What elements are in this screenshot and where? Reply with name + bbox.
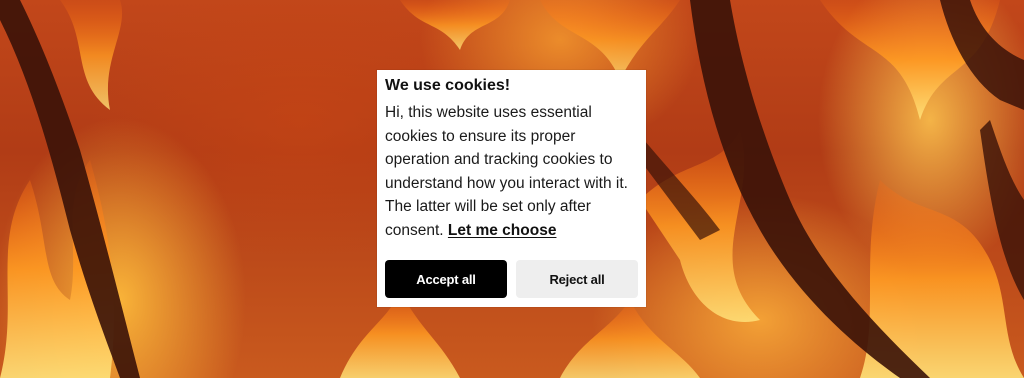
cookie-dialog-body: Hi, this website uses essential cookies … xyxy=(385,101,638,242)
reject-all-button[interactable]: Reject all xyxy=(516,260,638,298)
let-me-choose-link[interactable]: Let me choose xyxy=(448,222,557,239)
cookie-consent-dialog: We use cookies! Hi, this website uses es… xyxy=(377,70,646,307)
page-background: We use cookies! Hi, this website uses es… xyxy=(0,0,1024,378)
cookie-button-row: Accept all Reject all xyxy=(385,260,638,298)
cookie-dialog-title: We use cookies! xyxy=(385,77,511,94)
cookie-dialog-text: Hi, this website uses essential cookies … xyxy=(385,104,628,239)
accept-all-button[interactable]: Accept all xyxy=(385,260,507,298)
